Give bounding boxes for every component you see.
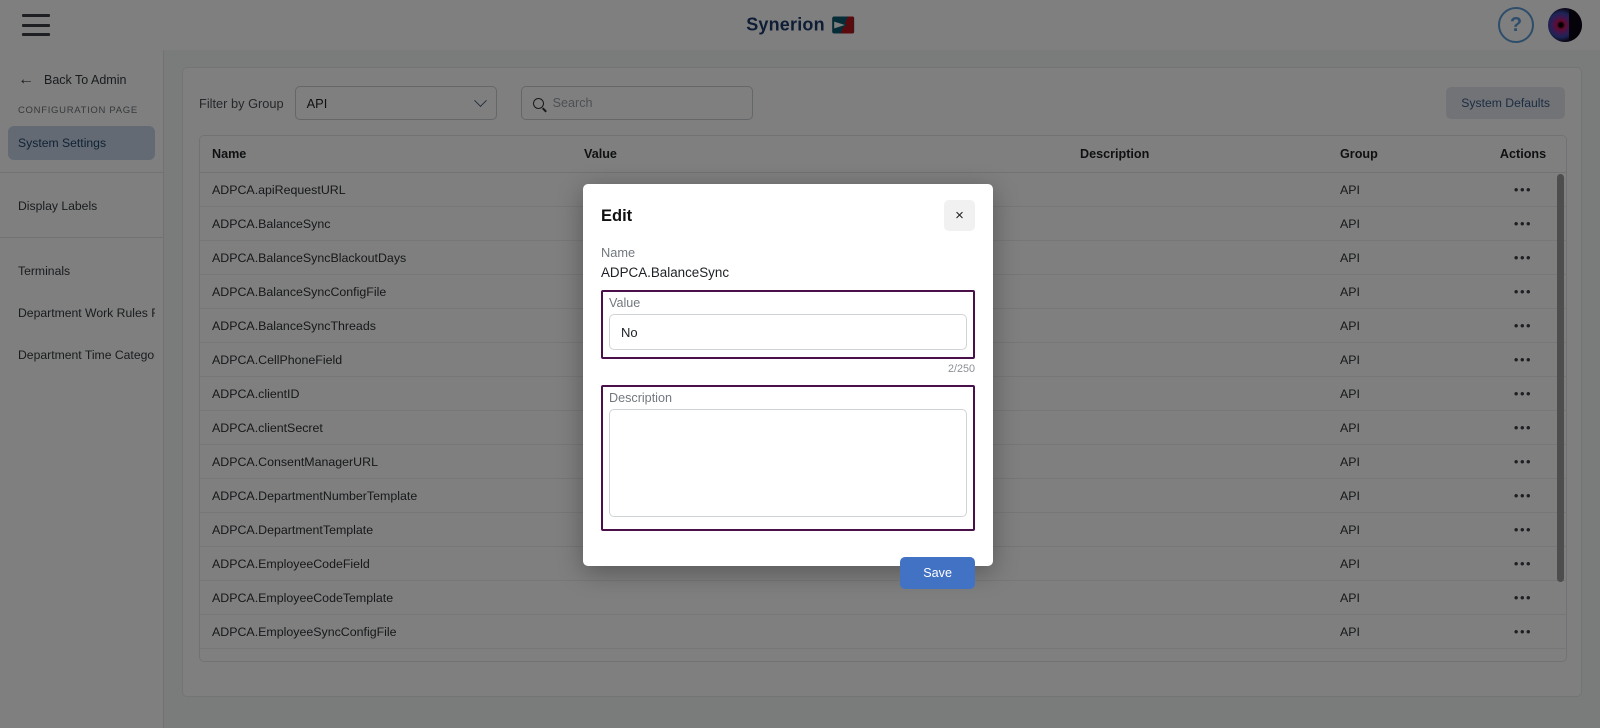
dialog-footer: Save	[601, 557, 975, 589]
name-field-label: Name	[601, 245, 636, 260]
close-icon[interactable]: ×	[944, 200, 975, 231]
value-field-group: Value	[601, 290, 975, 359]
value-input[interactable]	[609, 314, 967, 350]
dialog-title: Edit	[601, 207, 633, 225]
value-field-label: Value	[609, 296, 641, 310]
description-field-group: Description	[601, 385, 975, 531]
character-counter: 2/250	[947, 363, 975, 375]
description-textarea[interactable]	[609, 409, 967, 517]
description-field-label: Description	[609, 391, 672, 405]
app-root: Synerion ? ← Back To Admin CONFIGURATION…	[0, 0, 1600, 728]
name-field-value: ADPCA.BalanceSync	[601, 265, 730, 280]
save-button[interactable]: Save	[900, 557, 975, 589]
edit-dialog: Edit × Name ADPCA.BalanceSync Value 2/25…	[583, 184, 993, 589]
dialog-header: Edit ×	[601, 200, 975, 231]
